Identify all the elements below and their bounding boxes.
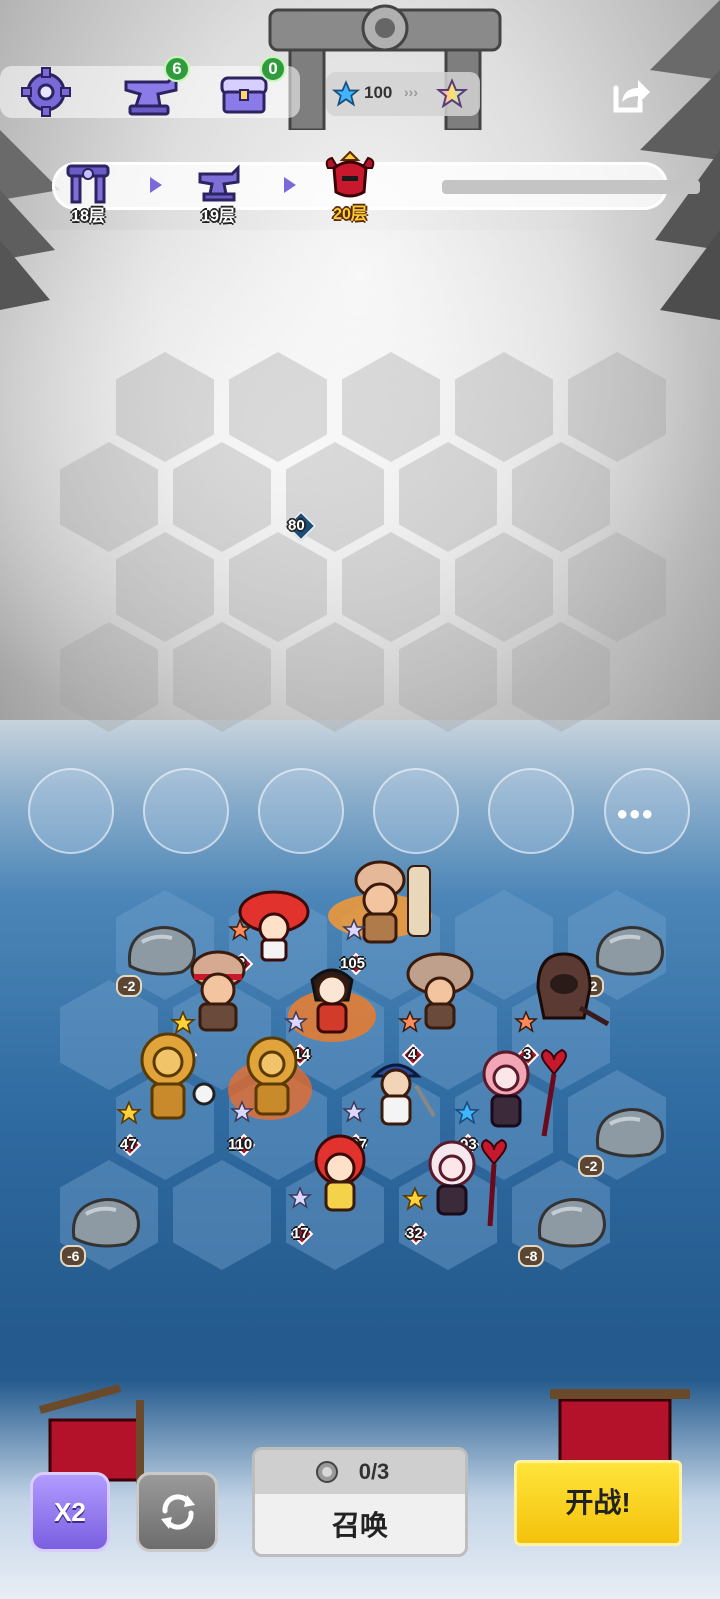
bench-slot[interactable] bbox=[143, 768, 229, 854]
silver-star-icon bbox=[342, 1100, 366, 1123]
chevron-right-icon: ››› bbox=[404, 84, 418, 100]
blue-star-icon bbox=[332, 80, 360, 107]
chest-resource[interactable]: 0 bbox=[212, 56, 286, 122]
chest-count: 0 bbox=[260, 56, 286, 82]
white-witch-hero-icon bbox=[428, 1138, 507, 1227]
floor-19[interactable]: 19层 bbox=[188, 160, 248, 230]
summon-button[interactable]: 0/3 召唤 bbox=[252, 1447, 468, 1557]
unit-power: 17 bbox=[292, 1225, 309, 1242]
orange-star-icon bbox=[514, 1010, 538, 1033]
share-icon bbox=[613, 80, 650, 113]
hero-unit[interactable] bbox=[420, 1130, 530, 1230]
unit-power: 32 bbox=[406, 1225, 423, 1242]
rock-obstacle-icon bbox=[537, 1198, 606, 1248]
rock-value: -2 bbox=[116, 975, 143, 997]
orange-star-icon bbox=[398, 1010, 422, 1033]
hero-unit[interactable] bbox=[470, 1040, 580, 1140]
bench-slot[interactable] bbox=[488, 768, 574, 854]
hero-unit[interactable] bbox=[356, 1046, 436, 1136]
blue-star-icon bbox=[454, 1100, 480, 1125]
unit-power: 47 bbox=[120, 1136, 137, 1153]
silver-star-icon bbox=[342, 918, 366, 941]
refresh-button[interactable] bbox=[136, 1472, 218, 1552]
anvil-count: 6 bbox=[164, 56, 190, 82]
coin-icon bbox=[316, 1461, 338, 1483]
star-upgrade-button[interactable]: 100 ››› bbox=[326, 72, 480, 116]
bench-slot[interactable] bbox=[28, 768, 114, 854]
settings-button[interactable] bbox=[14, 64, 78, 120]
share-button[interactable] bbox=[606, 74, 654, 118]
orange-star-icon bbox=[228, 918, 252, 941]
rainbow-star-icon bbox=[436, 78, 468, 109]
start-battle-button[interactable]: 开战! bbox=[514, 1460, 682, 1546]
arrow-right-icon bbox=[150, 177, 162, 193]
anvil-resource[interactable]: 6 bbox=[116, 56, 190, 122]
unit-power: 110 bbox=[228, 1136, 253, 1153]
rock-value: -8 bbox=[518, 1245, 545, 1267]
floor-label: 20层 bbox=[333, 206, 367, 223]
refresh-icon bbox=[161, 1494, 195, 1530]
arrow-right-icon bbox=[284, 177, 296, 193]
silver-star-icon bbox=[288, 1186, 312, 1209]
floor-20-current[interactable]: 20层 bbox=[320, 150, 380, 223]
floor-label: 19层 bbox=[201, 208, 235, 225]
blue-cap-hero-icon bbox=[370, 1063, 436, 1126]
rock-value: -2 bbox=[578, 1155, 605, 1177]
floor-label: 18层 bbox=[71, 208, 105, 225]
more-dots-icon: ••• bbox=[617, 798, 655, 831]
rock-value: -6 bbox=[60, 1245, 87, 1267]
floor-18[interactable]: 18层 bbox=[58, 160, 118, 230]
gear-icon bbox=[21, 67, 71, 117]
anvil-icon bbox=[198, 164, 240, 202]
summon-cost-row: 0/3 bbox=[255, 1450, 465, 1494]
silver-star-icon bbox=[230, 1100, 254, 1123]
summon-label: 召唤 bbox=[331, 1510, 388, 1541]
gate-icon bbox=[66, 164, 110, 204]
gold-star-icon bbox=[402, 1186, 428, 1211]
summon-cost: 0/3 bbox=[358, 1459, 390, 1484]
progress-track bbox=[442, 180, 700, 194]
fire-monk-icon bbox=[328, 860, 432, 944]
snowy-tree-right bbox=[640, 0, 720, 320]
bench-slot[interactable] bbox=[373, 768, 459, 854]
star-cost: 100 bbox=[364, 83, 393, 102]
hero-unit[interactable] bbox=[320, 856, 450, 956]
speed-x2-button[interactable]: X2 bbox=[30, 1472, 110, 1552]
enemy-marker-value: 80 bbox=[288, 517, 305, 534]
pink-witch-hero-icon bbox=[482, 1048, 567, 1137]
rock-obstacle-icon bbox=[71, 1198, 140, 1248]
rock-obstacle-icon bbox=[595, 1108, 664, 1158]
bench-slot[interactable] bbox=[258, 768, 344, 854]
gold-star-icon bbox=[116, 1100, 142, 1125]
demon-helmet-icon bbox=[325, 150, 375, 198]
